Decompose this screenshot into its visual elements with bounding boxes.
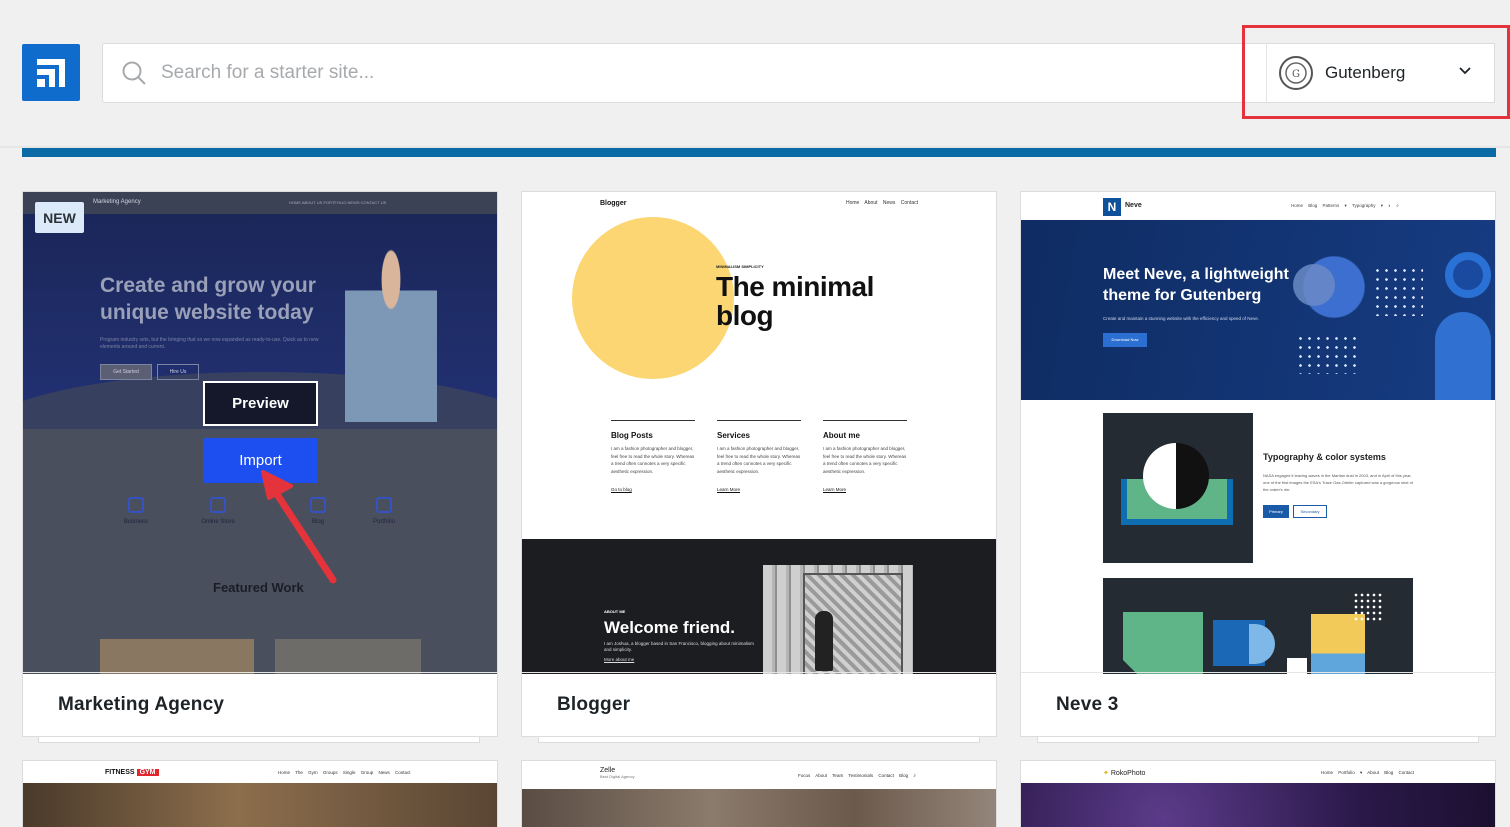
thumb-secondary-button: Secondary (1293, 505, 1327, 518)
search-input[interactable] (161, 62, 1061, 84)
thumb-headline: Meet Neve, a lightweight theme for Guten… (1103, 266, 1289, 304)
card-stack-edge (1037, 736, 1479, 743)
thumb-logo: Zelle Best Digital Agency (600, 767, 635, 779)
thumb-logo: ✦ RokoPhoto (1103, 770, 1146, 777)
thumb-work-image (275, 639, 421, 674)
thumb-shape (1445, 252, 1491, 298)
thumb-logo: Blogger (600, 200, 627, 207)
thumb-section-text: NASA engaged it leaving waves in the Mar… (1263, 473, 1413, 492)
thumb-service: Portfolio (339, 497, 429, 525)
thumb-illustration (1103, 578, 1413, 674)
thumb-nav: FITNESS GYM Home The Gym Groups Single Gr… (23, 761, 497, 783)
thumb-shape (1435, 312, 1491, 400)
new-badge: NEW (35, 202, 84, 233)
thumb-headline: Create and grow your unique website toda… (100, 274, 316, 324)
thumb-menu: Focus About Team Testimonials Contact Bl… (798, 773, 916, 778)
thumb-about-kicker: ABOUT ME (604, 609, 626, 614)
annotation-arrow-icon (261, 470, 337, 584)
thumb-menu: Home Blog Patterns ▾ Typography ▾ ◐ ⌕ (1291, 203, 1399, 208)
thumb-button: Hire Us (157, 364, 199, 380)
thumb-hero-image (23, 783, 497, 827)
thumb-primary-button: Primary (1263, 505, 1289, 518)
neve-logo-icon: N (1103, 198, 1121, 216)
preview-button[interactable]: Preview (203, 381, 318, 426)
thumb-menu: Home The Gym Groups Single Group News Co… (278, 770, 411, 775)
card-stack-edge (538, 736, 980, 743)
card-title: Neve 3 (1021, 672, 1495, 736)
site-thumbnail: Blogger Home About News Contact MINIMALI… (522, 192, 996, 674)
thumb-person-image (345, 244, 437, 422)
thumb-menu: Home Portfolio ▾ About Blog Contact (1321, 770, 1415, 775)
thumb-welcome-heading: Welcome friend. (604, 618, 735, 637)
loading-progress-bar (22, 148, 1496, 157)
logo-icon (37, 58, 65, 87)
starter-site-card-rokophoto[interactable]: ✦ RokoPhoto Home Portfolio ▾ About Blog … (1020, 760, 1496, 827)
thumb-nav: N Neve Home Blog Patterns ▾ Typography ▾… (1021, 192, 1495, 220)
thumb-door-photo (763, 565, 913, 674)
thumb-column: About me I am a fashion photographer and… (823, 420, 907, 492)
card-title: Blogger (522, 672, 996, 736)
thumb-service: Business (91, 497, 181, 525)
thumb-button: Download Now (1103, 333, 1147, 347)
thumb-work-image (100, 639, 254, 674)
thumb-logo: FITNESS GYM (105, 769, 159, 776)
thumb-kicker: MINIMALISM SIMPLICITY (716, 264, 764, 269)
app-logo[interactable] (22, 44, 80, 101)
starter-site-card-marketing-agency[interactable]: Marketing Agency HOME ABOUT US PORTFOLIO… (22, 191, 498, 737)
thumb-paragraph: Program industry sets, but the bringing … (100, 337, 319, 350)
card-title: Marketing Agency (23, 672, 497, 736)
search-bar[interactable] (102, 43, 1270, 103)
thumb-nav: Zelle Best Digital Agency Focus About Tea… (522, 761, 996, 783)
thumb-menu: Home About News Contact (845, 200, 918, 206)
thumb-dots (1296, 334, 1356, 374)
thumb-headline: The minimal blog (716, 271, 874, 331)
thumb-nav: Marketing Agency HOME ABOUT US PORTFOLIO… (23, 192, 497, 214)
thumb-shape (1293, 264, 1335, 306)
starter-site-card-zelle[interactable]: Zelle Best Digital Agency Focus About Tea… (521, 760, 997, 827)
starter-site-card-fitness-gym[interactable]: FITNESS GYM Home The Gym Groups Single Gr… (22, 760, 498, 827)
thumb-illustration (1103, 413, 1253, 563)
thumb-nav: ✦ RokoPhoto Home Portfolio ▾ About Blog … (1021, 761, 1495, 783)
thumb-hero-image (522, 789, 996, 827)
thumb-menu: HOME ABOUT US PORTFOLIO NEWS CONTACT US (289, 200, 387, 205)
site-thumbnail: Marketing Agency HOME ABOUT US PORTFOLIO… (23, 192, 497, 674)
thumb-service: Online Store (173, 497, 263, 525)
thumb-welcome-text: I am Joshua, a blogger based in San Fran… (604, 641, 754, 662)
starter-site-card-blogger[interactable]: Blogger Home About News Contact MINIMALI… (521, 191, 997, 737)
thumb-logo: Marketing Agency (93, 199, 141, 205)
thumb-dots (1373, 266, 1423, 316)
thumb-paragraph: Create and maintain a stunning website w… (1103, 316, 1260, 321)
starter-site-card-neve-3[interactable]: N Neve Home Blog Patterns ▾ Typography ▾… (1020, 191, 1496, 737)
thumb-section-title: Typography & color systems (1263, 452, 1386, 462)
thumb-hero-image (1021, 783, 1495, 827)
thumb-logo: Neve (1125, 202, 1142, 209)
search-icon (122, 61, 146, 85)
card-stack-edge (38, 736, 480, 743)
builder-highlight-box (1242, 25, 1510, 119)
thumb-column: Blog Posts I am a fashion photographer a… (611, 420, 695, 492)
site-thumbnail: N Neve Home Blog Patterns ▾ Typography ▾… (1021, 192, 1495, 674)
thumb-yellow-circle (572, 217, 734, 379)
thumb-button: Get Started (100, 364, 152, 380)
thumb-column: Services I am a fashion photographer and… (717, 420, 801, 492)
